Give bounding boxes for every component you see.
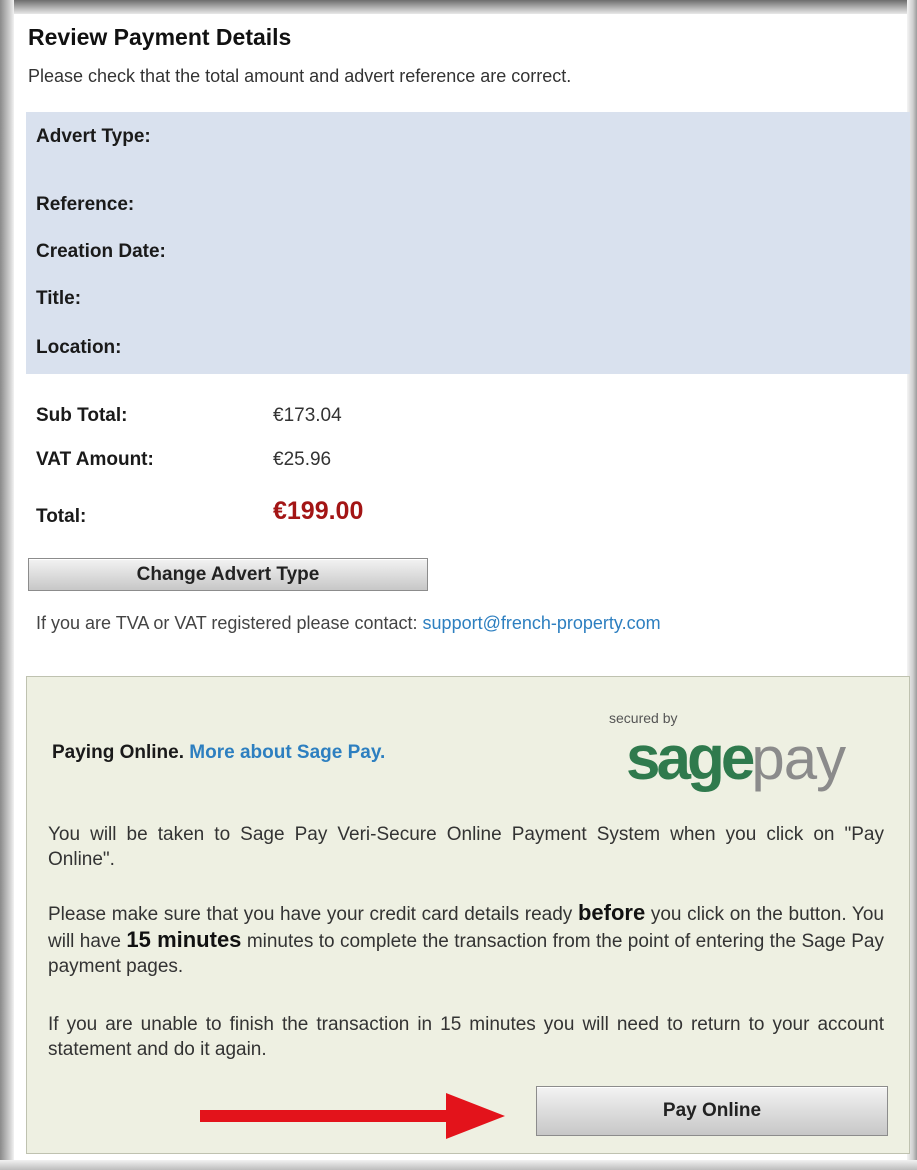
p2-text-a: Please make sure that you have your cred… <box>48 904 578 925</box>
sage-pay-logo: sagepay <box>626 725 846 792</box>
paying-online-heading: Paying Online. More about Sage Pay. <box>52 742 385 764</box>
p2-minutes-emphasis: 15 minutes <box>126 927 242 952</box>
p2-before-emphasis: before <box>577 900 646 925</box>
vat-amount-label: VAT Amount: <box>36 449 154 470</box>
title-label: Title: <box>36 288 82 309</box>
creation-date-label: Creation Date: <box>36 241 166 262</box>
more-about-sage-pay-link[interactable]: More about Sage Pay. <box>189 742 385 763</box>
payment-info-paragraph-3: If you are unable to finish the transact… <box>48 1014 884 1060</box>
pay-online-button[interactable]: Pay Online <box>536 1086 888 1136</box>
red-arrow-icon <box>200 1093 505 1139</box>
subtotal-value: €173.04 <box>273 405 342 426</box>
change-advert-type-button[interactable]: Change Advert Type <box>28 558 428 591</box>
logo-pay-word: pay <box>751 725 846 792</box>
advert-type-label: Advert Type: <box>36 126 151 147</box>
payment-info-paragraph-1: You will be taken to Sage Pay Veri-Secur… <box>48 824 884 870</box>
total-label: Total: <box>36 506 87 527</box>
support-email-link[interactable]: support@french-property.com <box>423 613 661 633</box>
arrow-head <box>446 1093 505 1139</box>
payment-info-paragraph-2: Please make sure that you have your cred… <box>48 900 884 979</box>
vat-amount-value: €25.96 <box>273 449 332 470</box>
location-label: Location: <box>36 337 122 358</box>
page-title: Review Payment Details <box>28 24 292 50</box>
logo-sage-word: sage <box>626 724 755 793</box>
review-payment-page: Review Payment Details Please check that… <box>0 0 917 1170</box>
vat-note: If you are TVA or VAT registered please … <box>36 613 661 634</box>
intro-text: Please check that the total amount and a… <box>28 66 572 86</box>
total-value: €199.00 <box>273 497 364 525</box>
vat-note-text: If you are TVA or VAT registered please … <box>36 613 423 633</box>
paying-online-label: Paying Online. <box>52 742 184 763</box>
subtotal-label: Sub Total: <box>36 405 128 426</box>
arrow-shaft <box>200 1110 450 1122</box>
reference-label: Reference: <box>36 194 135 215</box>
